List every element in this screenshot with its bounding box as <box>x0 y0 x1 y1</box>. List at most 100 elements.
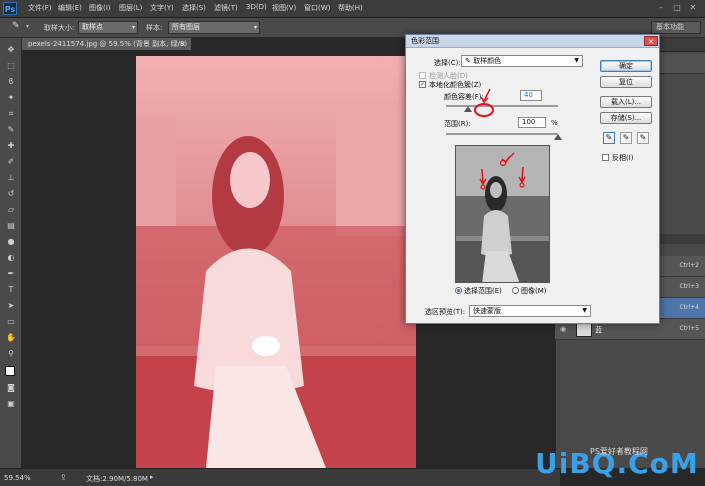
sample-size-select[interactable]: 取样点 ▾ <box>78 21 138 34</box>
channel-thumbnail <box>576 322 592 337</box>
status-bar: 59.54% ⇪ 文档:2.90M/5.80M ▸ <box>0 468 560 486</box>
image-radio[interactable] <box>512 287 519 294</box>
photo-image <box>136 56 416 468</box>
photoshop-logo: Ps <box>3 2 17 15</box>
foreground-color-swatch[interactable] <box>5 366 15 376</box>
menu-image[interactable]: 图像(I) <box>89 3 111 13</box>
sample-value: 所有图层 <box>172 23 200 31</box>
workspace-select[interactable]: 基本功能 <box>651 21 701 34</box>
screen-mode-icon[interactable]: ▣ <box>4 398 18 410</box>
ok-button[interactable]: 确定 <box>600 60 652 72</box>
fuzziness-slider-track[interactable] <box>446 105 558 107</box>
menu-edit[interactable]: 编辑(E) <box>58 3 82 13</box>
move-tool-icon[interactable]: ✥ <box>4 44 18 56</box>
menu-bar: Ps 文件(F) 编辑(E) 图像(I) 图层(L) 文字(Y) 选择(S) 滤… <box>0 0 705 18</box>
select-label: 选择(C): <box>434 59 461 67</box>
eyedropper-tool-icon[interactable]: ✎ <box>4 124 18 136</box>
marquee-tool-icon[interactable]: ⬚ <box>4 60 18 72</box>
range-slider-track[interactable] <box>446 133 558 135</box>
channel-shortcut: Ctrl+4 <box>679 304 699 311</box>
quick-mask-icon[interactable]: ◙ <box>4 382 18 394</box>
brush-tool-icon[interactable]: ✐ <box>4 156 18 168</box>
eye-icon[interactable]: ◉ <box>560 325 566 333</box>
menu-layer[interactable]: 图层(L) <box>119 3 142 13</box>
minimize-icon[interactable]: – <box>655 2 667 14</box>
healing-tool-icon[interactable]: ✚ <box>4 140 18 152</box>
dodge-tool-icon[interactable]: ◐ <box>4 252 18 264</box>
stamp-tool-icon[interactable]: ⊥ <box>4 172 18 184</box>
preview-select[interactable]: 快速蒙版 ▼ <box>469 305 591 317</box>
eyedropper-tool-icon[interactable]: ✎ <box>12 21 20 31</box>
close-icon[interactable]: × <box>180 38 186 50</box>
color-range-dialog: 色彩范围 ✕ 选择(C): ✎ 取样颜色 ▼ 检测人脸(D) ✓ 本地化颜色簇(… <box>405 34 660 324</box>
maximize-icon[interactable]: □ <box>671 2 683 14</box>
hand-tool-icon[interactable]: ✋ <box>4 332 18 344</box>
close-icon[interactable]: ✕ <box>644 36 658 46</box>
window-controls: – □ ✕ <box>655 2 701 14</box>
dialog-title-bar[interactable]: 色彩范围 <box>406 35 659 48</box>
channel-shortcut: Ctrl+3 <box>679 283 699 290</box>
crop-tool-icon[interactable]: ⌗ <box>4 108 18 120</box>
zoom-level[interactable]: 59.54% <box>4 474 31 482</box>
menu-view[interactable]: 视图(V) <box>272 3 296 13</box>
image-radio-label: 图像(M) <box>521 287 547 295</box>
path-select-tool-icon[interactable]: ➤ <box>4 300 18 312</box>
dialog-title: 色彩范围 <box>411 37 439 45</box>
document-photo[interactable] <box>136 56 416 468</box>
menu-file[interactable]: 文件(F) <box>28 3 52 13</box>
chevron-down-icon: ▾ <box>131 24 135 31</box>
eyedropper-minus-icon[interactable]: ✎ <box>637 132 649 144</box>
status-menu-arrow-icon[interactable]: ▸ <box>150 473 154 481</box>
eraser-tool-icon[interactable]: ▱ <box>4 204 18 216</box>
quick-select-tool-icon[interactable]: ✦ <box>4 92 18 104</box>
watermark-subtitle: PS爱好者教程网 <box>590 447 648 456</box>
zoom-tool-icon[interactable]: ⚲ <box>4 348 18 360</box>
sample-size-label: 取样大小: <box>44 24 75 32</box>
channel-name: 蓝 <box>595 326 602 334</box>
document-tab[interactable]: pexels-2411574.jpg @ 59.5% (背景 副本, 绿/8) … <box>22 38 192 60</box>
menu-type[interactable]: 文字(Y) <box>150 3 174 13</box>
detect-faces-checkbox[interactable] <box>419 72 426 79</box>
eyedropper-icon: ✎ <box>465 57 474 65</box>
annotation-arrows-mark <box>479 152 526 190</box>
shape-tool-icon[interactable]: ▭ <box>4 316 18 328</box>
type-tool-icon[interactable]: T <box>4 284 18 296</box>
chevron-down-icon: ▼ <box>582 307 587 314</box>
range-input[interactable]: 100 <box>518 117 546 128</box>
invert-label: 反相(I) <box>612 154 634 162</box>
menu-help[interactable]: 帮助(H) <box>338 3 363 13</box>
chevron-down-icon: ▼ <box>574 57 579 64</box>
range-label: 范围(R): <box>444 120 471 128</box>
invert-checkbox[interactable] <box>602 154 609 161</box>
selection-radio[interactable] <box>455 287 462 294</box>
localized-clusters-checkbox[interactable]: ✓ <box>419 81 426 88</box>
save-button[interactable]: 存储(S)... <box>600 112 652 124</box>
preview-value: 快速蒙版 <box>473 307 501 315</box>
chevron-down-icon: ▾ <box>253 24 257 31</box>
reset-button[interactable]: 复位 <box>600 76 652 88</box>
sample-select[interactable]: 所有图层 ▾ <box>168 21 260 34</box>
channel-shortcut: Ctrl+2 <box>679 262 699 269</box>
eyedropper-icon[interactable]: ✎ <box>603 132 615 144</box>
range-slider-knob[interactable] <box>554 134 562 140</box>
fuzziness-input[interactable]: 40 <box>520 90 542 101</box>
history-brush-tool-icon[interactable]: ↺ <box>4 188 18 200</box>
menu-window[interactable]: 窗口(W) <box>304 3 330 13</box>
menu-3d[interactable]: 3D(D) <box>246 3 267 11</box>
gradient-tool-icon[interactable]: ▤ <box>4 220 18 232</box>
select-dropdown[interactable]: ✎ 取样颜色 ▼ <box>461 55 583 67</box>
eyedropper-plus-icon[interactable]: ✎ <box>620 132 632 144</box>
annotation-circle-mark <box>474 88 494 117</box>
tool-preset-chevron-icon[interactable]: ▾ <box>26 23 29 30</box>
channel-shortcut: Ctrl+5 <box>679 325 699 332</box>
load-button[interactable]: 载入(L)... <box>600 96 652 108</box>
pen-tool-icon[interactable]: ✒ <box>4 268 18 280</box>
share-icon[interactable]: ⇪ <box>60 473 67 482</box>
select-value: 取样颜色 <box>473 57 502 65</box>
lasso-tool-icon[interactable]: ϐ <box>4 76 18 88</box>
menu-select[interactable]: 选择(S) <box>182 3 206 13</box>
menu-filter[interactable]: 滤镜(T) <box>214 3 238 13</box>
close-icon[interactable]: ✕ <box>687 2 699 14</box>
document-info: 文档:2.90M/5.80M <box>86 475 148 483</box>
blur-tool-icon[interactable]: ● <box>4 236 18 248</box>
